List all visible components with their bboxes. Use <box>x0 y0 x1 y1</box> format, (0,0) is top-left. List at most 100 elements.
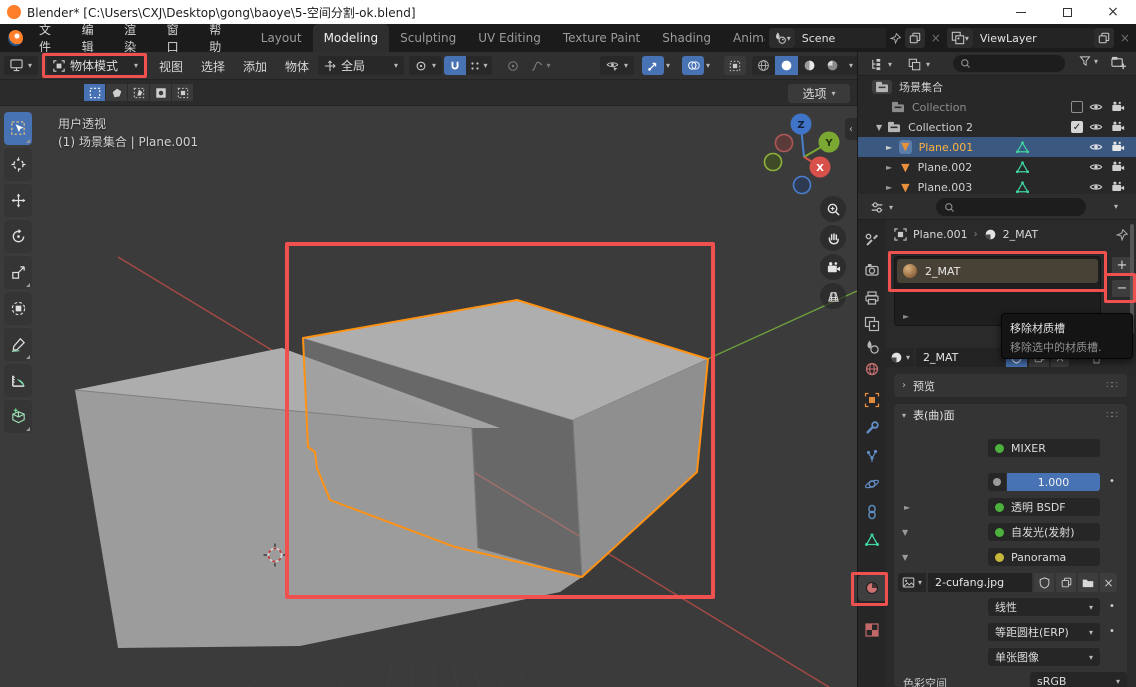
blender-menu-icon[interactable] <box>8 30 23 46</box>
tool-rotate[interactable] <box>4 220 32 253</box>
select-mode-set[interactable] <box>84 84 105 101</box>
camera-view-button[interactable] <box>820 254 846 280</box>
properties-tab-object-data[interactable] <box>864 532 880 548</box>
expand-arrow-icon[interactable]: ► <box>886 143 892 152</box>
collection-2-checkbox[interactable]: ✓ <box>1071 121 1083 133</box>
image-fake-user-button[interactable] <box>1034 573 1054 592</box>
source-dropdown[interactable]: 单张图像▾ <box>988 648 1100 666</box>
scene-unlink-icon[interactable]: × <box>925 31 947 45</box>
tool-add-cube[interactable] <box>4 400 32 433</box>
outliner-display-mode-button[interactable]: ▾ <box>902 55 936 74</box>
outliner-row-plane-001[interactable]: ► ▼ Plane.001 <box>858 137 1136 157</box>
tool-scale[interactable] <box>4 256 32 289</box>
snap-toggle[interactable] <box>444 56 466 75</box>
transform-orientation-dropdown[interactable]: 全局 ▾ <box>318 56 404 75</box>
shading-wireframe-button[interactable] <box>752 59 775 72</box>
properties-options-dropdown[interactable]: ▾ <box>1114 202 1118 211</box>
tool-transform[interactable] <box>4 292 32 325</box>
camera-render-icon[interactable] <box>1111 180 1125 194</box>
shading-dropdown[interactable]: ▾ <box>844 61 858 70</box>
material-browse-button[interactable]: ▾ <box>886 348 914 367</box>
factor-socket-button[interactable] <box>988 473 1006 491</box>
collapse-arrow-icon[interactable]: ▼ <box>902 553 908 562</box>
eye-icon[interactable] <box>1089 120 1103 134</box>
workspace-tab-modeling[interactable]: Modeling <box>313 24 390 52</box>
collapse-arrow-icon[interactable]: ▼ <box>902 528 908 537</box>
xray-toggle[interactable] <box>724 56 746 75</box>
eye-icon[interactable] <box>1089 160 1103 174</box>
minimize-button[interactable] <box>998 0 1044 24</box>
view-layer-remove-icon[interactable]: × <box>1114 31 1136 45</box>
eye-icon[interactable] <box>1089 100 1103 114</box>
sidebar-collapse-arrow[interactable]: ‹ <box>845 118 857 140</box>
gizmo-x-negative[interactable] <box>776 135 793 152</box>
overlays-dropdown[interactable]: ▾ <box>706 61 710 70</box>
panel-grip-icon[interactable]: ∷∷ <box>1106 410 1117 421</box>
gizmos-toggle[interactable] <box>642 56 664 75</box>
open-image-button[interactable] <box>1078 573 1098 592</box>
gizmo-y-negative[interactable] <box>765 154 782 171</box>
menu-file[interactable]: 文件 <box>29 21 72 55</box>
properties-tab-output[interactable] <box>864 290 880 306</box>
image-browse-button[interactable]: ▾ <box>898 573 926 592</box>
select-mode-intersect[interactable] <box>172 84 193 101</box>
outliner-editor-type-button[interactable]: ▾ <box>864 55 898 74</box>
tool-cursor[interactable] <box>4 148 32 181</box>
pan-button[interactable] <box>820 225 846 251</box>
perspective-toggle-button[interactable] <box>820 283 846 309</box>
workspace-tab-sculpting[interactable]: Sculpting <box>389 24 467 52</box>
select-mode-extend[interactable] <box>106 84 127 101</box>
properties-tab-material[interactable] <box>864 580 880 596</box>
camera-render-icon[interactable] <box>1111 100 1125 114</box>
shading-solid-button[interactable] <box>775 56 798 75</box>
outliner-row-plane-002[interactable]: ► ▼ Plane.002 <box>858 157 1136 177</box>
pin-id-icon[interactable] <box>1115 228 1129 242</box>
tool-options-dropdown[interactable]: 选项 ▾ <box>788 84 850 103</box>
properties-tab-tool[interactable] <box>864 232 880 248</box>
menu-object[interactable]: 物体 <box>276 58 318 75</box>
material-name-field[interactable]: 2_MAT <box>916 348 1004 367</box>
workspace-tab-shading[interactable]: Shading <box>651 24 722 52</box>
breadcrumb-object[interactable]: Plane.001 <box>913 228 968 241</box>
outliner-filter-button[interactable]: ▾ <box>1079 55 1098 67</box>
properties-search-input[interactable] <box>936 198 1086 216</box>
select-mode-invert[interactable] <box>150 84 171 101</box>
properties-tab-view-layer[interactable] <box>864 316 880 332</box>
scene-name-field[interactable]: Scene <box>795 28 886 48</box>
eye-icon[interactable] <box>1089 180 1103 194</box>
properties-tab-modifiers[interactable] <box>864 420 880 436</box>
scene-copy-button[interactable] <box>905 28 925 48</box>
workspace-tab-uv-editing[interactable]: UV Editing <box>467 24 552 52</box>
menu-view[interactable]: 视图 <box>150 58 192 75</box>
tool-annotate[interactable] <box>4 328 32 361</box>
editor-type-button[interactable]: ▾ <box>4 56 38 75</box>
shader2-field[interactable]: 自发光(发射) <box>988 523 1100 541</box>
maximize-button[interactable] <box>1044 0 1090 24</box>
pin-scene-icon[interactable] <box>889 32 902 45</box>
color-field[interactable]: Panorama <box>988 548 1100 566</box>
animate-dot-icon[interactable]: • <box>1109 476 1115 487</box>
proportional-edit-toggle[interactable] <box>502 56 524 75</box>
material-slot-item[interactable]: 2_MAT <box>897 259 1098 283</box>
zoom-button[interactable] <box>820 196 846 222</box>
expand-arrow-icon[interactable]: ▼ <box>876 123 882 132</box>
tool-move[interactable] <box>4 184 32 217</box>
camera-render-icon[interactable] <box>1111 160 1125 174</box>
workspace-tab-texture-paint[interactable]: Texture Paint <box>552 24 651 52</box>
projection-dropdown[interactable]: 等距圆柱(ERP)▾ <box>988 623 1100 641</box>
slot-list-expand-icon[interactable]: ► <box>903 312 909 321</box>
tool-measure[interactable] <box>4 364 32 397</box>
workspace-tab-animation[interactable]: Animation <box>722 24 765 52</box>
properties-tab-particles[interactable] <box>864 448 880 464</box>
shading-rendered-button[interactable] <box>821 59 844 72</box>
properties-tab-render[interactable] <box>864 262 880 278</box>
properties-tab-world[interactable] <box>864 361 880 377</box>
image-copy-button[interactable] <box>1056 573 1076 592</box>
properties-tab-texture[interactable] <box>864 622 880 638</box>
snap-settings-dropdown[interactable]: ▾ <box>466 56 492 75</box>
menu-help[interactable]: 帮助 <box>199 21 242 55</box>
mode-dropdown[interactable]: 物体模式 ▾ <box>47 56 144 75</box>
shader1-field[interactable]: 透明 BSDF <box>988 498 1100 516</box>
outliner-search-input[interactable] <box>953 55 1065 72</box>
expand-arrow-icon[interactable]: ► <box>886 163 892 172</box>
